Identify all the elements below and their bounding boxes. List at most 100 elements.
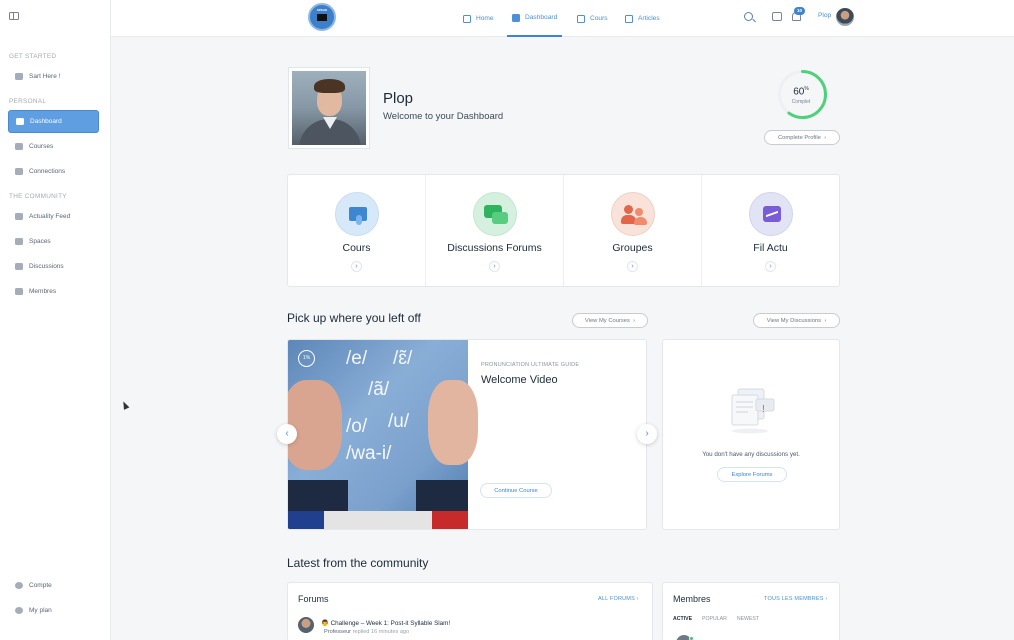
sidebar-item-label: Discussions [29, 263, 64, 270]
nav-label: Home [476, 15, 494, 22]
forum-topic-meta: Professeur replied 16 minutes ago [324, 629, 410, 635]
gear-icon [15, 582, 23, 589]
phoneme-label: /u/ [388, 411, 410, 432]
sidebar-item-label: Spaces [29, 238, 51, 245]
phoneme-label: /wa-i/ [346, 443, 392, 464]
quick-link-cours[interactable]: Cours › [288, 175, 426, 286]
profile-progress-value: 60% [793, 86, 809, 98]
sidebar-item-compte[interactable]: Compte [8, 574, 99, 597]
sidebar-item-label: Sart Here ! [29, 73, 61, 80]
sidebar-item-membres[interactable]: Membres [8, 280, 99, 303]
tab-newest[interactable]: NEWEST [737, 616, 759, 622]
course-category: PRONUNCIATION ULTIMATE GUIDE [481, 362, 580, 368]
course-card[interactable]: /e/ /ɛ̃/ /ã/ /o/ /u/ /wa-i/ 1% PRONUNCIA… [287, 339, 647, 530]
forums-title: Forums [298, 594, 329, 604]
sidebar-item-actuality-feed[interactable]: Actuality Feed [8, 205, 99, 228]
nav-label: Dashboard [525, 14, 558, 21]
sidebar-item-label: My plan [29, 607, 52, 614]
nav-home[interactable]: Home [463, 0, 494, 37]
nav-cours[interactable]: Cours [577, 0, 608, 37]
sidebar-item-label: Membres [29, 288, 57, 295]
site-logo[interactable]: SPEAK [308, 3, 336, 31]
continue-course-button[interactable]: Continue Course [480, 483, 552, 498]
explore-forums-button[interactable]: Explore Forums [717, 467, 787, 482]
section-title-community: Latest from the community [287, 556, 429, 570]
nav-articles[interactable]: Articles [625, 0, 660, 37]
notification-count-badge: 10 [794, 7, 805, 15]
inbox-icon[interactable] [772, 12, 782, 21]
forum-icon [473, 192, 517, 236]
svg-text:!: ! [762, 404, 765, 415]
phoneme-label: /ɛ̃/ [393, 348, 413, 369]
chevron-right-icon[interactable]: › [489, 261, 500, 272]
carousel-next-button[interactable]: › [637, 424, 657, 444]
chevron-right-icon[interactable]: › [627, 261, 638, 272]
dashboard-icon [16, 118, 24, 125]
book-icon [335, 192, 379, 236]
graduation-cap-icon [577, 14, 585, 23]
quick-link-label: Fil Actu [753, 242, 788, 254]
quick-link-forums[interactable]: Discussions Forums › [426, 175, 564, 286]
welcome-text: Welcome to your Dashboard [383, 111, 504, 122]
forum-topic-title[interactable]: 👨 Challenge – Week 1: Post-it Syllable S… [321, 619, 450, 627]
dashboard-icon [512, 13, 520, 22]
sidebar-section-community: THE COMMUNITY [9, 193, 67, 200]
course-progress-badge: 1% [298, 350, 315, 367]
members-icon [15, 288, 23, 295]
graduation-cap-icon [15, 143, 23, 150]
sidebar-section-personal: PERSONAL [9, 98, 47, 105]
quick-link-label: Cours [342, 242, 371, 254]
author-avatar[interactable] [298, 617, 314, 633]
sidebar-item-my-plan[interactable]: My plan [8, 599, 99, 622]
view-my-discussions-button[interactable]: View My Discussions › [753, 313, 840, 328]
sidebar-item-start-here[interactable]: Sart Here ! [8, 65, 99, 88]
sidebar-toggle-icon[interactable] [9, 12, 19, 20]
carousel-prev-button[interactable]: ‹ [277, 424, 297, 444]
nav-dashboard[interactable]: Dashboard [507, 0, 563, 37]
sidebar-item-label: Courses [29, 143, 54, 150]
sidebar-item-connections[interactable]: Connections [8, 160, 99, 183]
mouse-cursor-icon [120, 400, 130, 410]
view-my-courses-button[interactable]: View My Courses › [572, 313, 648, 328]
chevron-right-icon: › [824, 317, 827, 324]
tab-active[interactable]: ACTIVE [673, 616, 692, 622]
empty-discussions-icon: ! [731, 388, 775, 434]
chevron-right-icon[interactable]: › [351, 261, 362, 272]
search-icon[interactable] [744, 12, 753, 21]
sidebar-item-discussions[interactable]: Discussions [8, 255, 99, 278]
complete-profile-button[interactable]: Complete Profile › [764, 130, 840, 145]
members-tabs: ACTIVE POPULAR NEWEST [673, 616, 759, 622]
all-forums-link[interactable]: ALL FORUMS › [598, 596, 639, 602]
discussions-card: ! You don't have any discussions yet. Ex… [662, 339, 840, 530]
course-title[interactable]: Welcome Video [481, 374, 558, 386]
chevron-right-icon: › [633, 317, 636, 324]
profile-photo[interactable] [288, 67, 370, 149]
sidebar-item-spaces[interactable]: Spaces [8, 230, 99, 253]
nav-label: Cours [590, 15, 608, 22]
online-status-indicator [689, 636, 694, 640]
quick-links-panel: Cours › Discussions Forums › Groupes › F… [287, 174, 840, 287]
empty-discussions-text: You don't have any discussions yet. [702, 451, 800, 458]
group-icon [611, 192, 655, 236]
members-title: Membres [673, 594, 711, 604]
sidebar-item-dashboard[interactable]: Dashboard [8, 110, 99, 133]
quick-link-fil-actu[interactable]: Fil Actu › [702, 175, 839, 286]
sidebar-section-get-started: GET STARTED [9, 53, 57, 60]
phoneme-label: /e/ [346, 348, 368, 369]
sidebar-item-courses[interactable]: Courses [8, 135, 99, 158]
quick-link-label: Discussions Forums [447, 242, 542, 254]
user-menu-name[interactable]: Plop [818, 12, 831, 19]
users-icon [15, 168, 23, 175]
activity-icon [749, 192, 793, 236]
quick-link-groupes[interactable]: Groupes › [564, 175, 702, 286]
tab-popular[interactable]: POPULAR [702, 616, 727, 622]
course-thumbnail[interactable]: /e/ /ɛ̃/ /ã/ /o/ /u/ /wa-i/ 1% [288, 340, 478, 529]
user-avatar[interactable] [836, 8, 854, 26]
activity-icon [15, 213, 23, 220]
quick-link-label: Groupes [612, 242, 653, 254]
all-members-link[interactable]: TOUS LES MEMBRES › [764, 596, 827, 602]
chevron-right-icon[interactable]: › [765, 261, 776, 272]
plan-icon [15, 607, 23, 614]
group-icon [15, 238, 23, 245]
forums-card: Forums ALL FORUMS › 👨 Challenge – Week 1… [287, 582, 653, 640]
